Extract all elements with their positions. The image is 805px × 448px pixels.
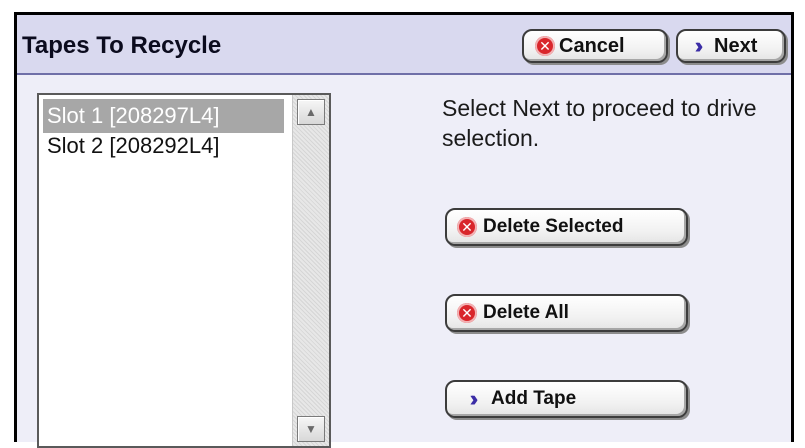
tape-listbox[interactable]: Slot 1 [208297L4] Slot 2 [208292L4] ▲ ▼ — [37, 93, 331, 448]
delete-icon: ✕ — [457, 303, 477, 323]
list-item-slot-1[interactable]: Slot 1 [208297L4] — [43, 99, 284, 133]
arrow-up-icon: ▲ — [305, 105, 317, 119]
delete-all-label: Delete All — [483, 302, 569, 323]
list-item-slot-2[interactable]: Slot 2 [208292L4] — [47, 129, 219, 163]
scroll-down-button[interactable]: ▼ — [297, 416, 325, 442]
cancel-button[interactable]: ✕ Cancel — [522, 29, 668, 63]
double-chevron-right-icon: ›› — [694, 33, 704, 58]
delete-selected-label: Delete Selected — [483, 216, 624, 237]
instruction-text: Select Next to proceed to drive selectio… — [442, 95, 757, 151]
add-tape-label: Add Tape — [491, 388, 577, 409]
delete-icon: ✕ — [457, 217, 477, 237]
arrow-down-icon: ▼ — [305, 422, 317, 436]
scroll-up-button[interactable]: ▲ — [297, 99, 325, 125]
panel-title: Tapes To Recycle — [22, 32, 222, 59]
tapes-to-recycle-panel: Tapes To Recycle ✕ Cancel ›› Next Slot 1… — [14, 12, 794, 448]
double-chevron-right-icon: ›› — [469, 386, 479, 411]
cancel-icon: ✕ — [535, 36, 555, 56]
panel-title-bar: Tapes To Recycle ✕ Cancel ›› Next — [17, 15, 791, 75]
cancel-button-label: Cancel — [559, 34, 625, 57]
next-button-label: Next — [714, 34, 758, 57]
delete-selected-button[interactable]: ✕ Delete Selected — [445, 208, 688, 246]
delete-all-button[interactable]: ✕ Delete All — [445, 294, 688, 332]
panel-content: Slot 1 [208297L4] Slot 2 [208292L4] ▲ ▼ … — [17, 75, 791, 448]
add-tape-button[interactable]: ›› Add Tape — [445, 380, 688, 418]
next-button[interactable]: ›› Next — [676, 29, 786, 63]
listbox-scrollbar[interactable]: ▲ ▼ — [292, 95, 329, 446]
